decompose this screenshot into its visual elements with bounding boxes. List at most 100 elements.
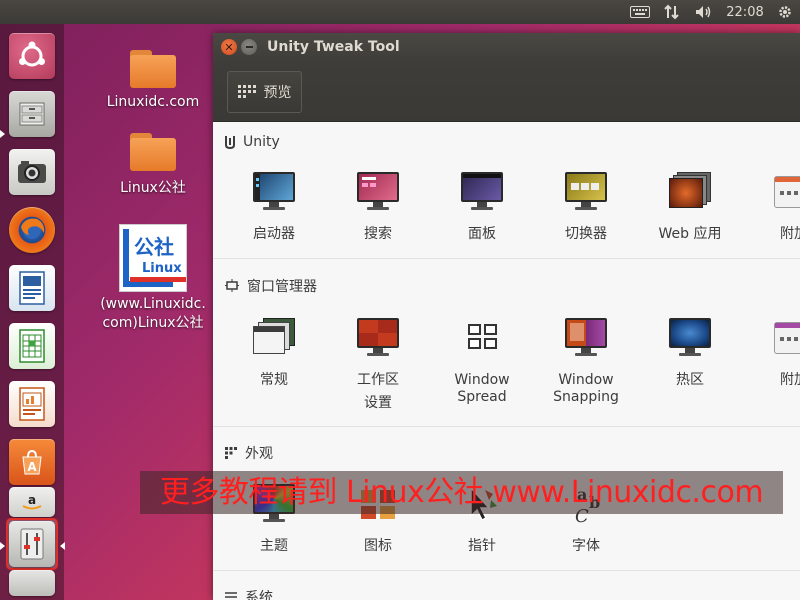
tool-label: Window xyxy=(558,372,614,388)
keyboard-icon[interactable] xyxy=(627,0,653,24)
tool-workspace-settings[interactable]: 工作区 设置 xyxy=(326,318,430,412)
tool-hotcorners[interactable]: 热区 xyxy=(638,318,742,389)
logo-text-bottom: Linux xyxy=(142,261,182,276)
additional-window-icon xyxy=(771,172,800,212)
close-icon: ✕ xyxy=(224,40,234,54)
window-spread-icon xyxy=(459,318,505,358)
linux-gongshe-logo-icon: 公社 Linux xyxy=(119,224,187,292)
writer-icon[interactable] xyxy=(6,262,58,314)
additional-window-icon xyxy=(771,318,800,358)
tool-wm-additional[interactable]: 附加 xyxy=(742,318,800,389)
tool-label: 启动器 xyxy=(253,226,295,242)
unity-tweak-tool-icon[interactable] xyxy=(6,518,58,570)
tool-label: 常规 xyxy=(260,372,288,388)
tool-label: 设置 xyxy=(364,395,392,411)
panel-monitor-icon xyxy=(459,172,505,212)
firefox-icon[interactable] xyxy=(6,204,58,256)
section-title-unity: Unity xyxy=(225,134,280,150)
tool-label: 图标 xyxy=(364,538,392,554)
watermark-banner: 更多教程请到 Linux公社 www.Linuxidc.com xyxy=(140,471,783,514)
hotcorners-monitor-icon xyxy=(667,318,713,358)
top-panel: 22:08 xyxy=(0,0,800,24)
tool-label: 面板 xyxy=(468,226,496,242)
tool-label: Snapping xyxy=(553,389,619,405)
window-snapping-monitor-icon xyxy=(563,318,609,358)
tool-label: 切换器 xyxy=(565,226,607,242)
section-title-system: 系统 xyxy=(225,587,273,600)
tool-label: 工作区 xyxy=(357,372,399,388)
tool-label: 指针 xyxy=(468,538,496,554)
settings-gear-icon[interactable] xyxy=(774,0,796,24)
search-monitor-icon xyxy=(355,172,401,212)
tool-label: 搜索 xyxy=(364,226,392,242)
section-divider xyxy=(213,426,800,427)
tool-search[interactable]: 搜索 xyxy=(326,172,430,243)
calc-icon[interactable] xyxy=(6,320,58,372)
window-toolbar: 预览 xyxy=(213,62,800,122)
desktop-file-linuxidc-logo[interactable]: 公社 Linux (www.Linuxidc. com)Linux公社 xyxy=(98,224,208,332)
desktop-icon-label: Linux公社 xyxy=(120,180,186,196)
window-titlebar[interactable]: ✕ Unity Tweak Tool xyxy=(213,33,800,62)
window-title: Unity Tweak Tool xyxy=(267,39,400,55)
desktop-icon-label: com)Linux公社 xyxy=(102,315,204,331)
overview-content: Unity 启动器 搜索 面板 切换器 Web 应用 附 窗口管理器 常规 工作… xyxy=(213,122,800,600)
active-indicator xyxy=(60,542,65,550)
tool-label: Spread xyxy=(457,389,507,405)
tool-window-snapping[interactable]: Window Snapping xyxy=(534,318,638,406)
section-divider xyxy=(213,258,800,259)
running-indicator xyxy=(0,542,5,550)
minimize-button[interactable] xyxy=(241,39,257,55)
tool-label: Window xyxy=(454,372,510,388)
tool-panel[interactable]: 面板 xyxy=(430,172,534,243)
general-windows-icon xyxy=(251,318,297,358)
system-section-icon xyxy=(225,592,237,598)
window-manager-section-icon xyxy=(225,279,239,292)
tool-webapps[interactable]: Web 应用 xyxy=(638,172,742,243)
grid-icon xyxy=(237,85,256,98)
desktop-folder-linux-gongshe[interactable]: Linux公社 xyxy=(98,133,208,197)
appearance-section-icon xyxy=(225,447,237,459)
launcher-monitor-icon xyxy=(251,172,297,212)
workspace-monitor-icon xyxy=(355,318,401,358)
folder-icon xyxy=(130,133,176,171)
clock[interactable]: 22:08 xyxy=(722,0,768,24)
unity-tweak-tool-window: ✕ Unity Tweak Tool 预览 Unity 启动器 搜索 面板 切换… xyxy=(213,33,800,600)
desktop-icon-label: Linuxidc.com xyxy=(106,94,200,110)
logo-text-top: 公社 xyxy=(134,235,174,259)
overview-button[interactable]: 预览 xyxy=(227,71,302,113)
tool-label: 字体 xyxy=(572,538,600,554)
tool-label: Web 应用 xyxy=(658,226,722,242)
tool-general[interactable]: 常规 xyxy=(222,318,326,389)
tool-window-spread[interactable]: Window Spread xyxy=(430,318,534,406)
tool-unity-additional[interactable]: 附加 xyxy=(742,172,800,243)
section-title-window-manager: 窗口管理器 xyxy=(225,276,317,296)
close-button[interactable]: ✕ xyxy=(221,39,237,55)
desktop-icon-label: (www.Linuxidc. xyxy=(100,296,206,312)
network-icon[interactable] xyxy=(660,0,684,24)
image-viewer-icon[interactable] xyxy=(6,146,58,198)
svg-text:A: A xyxy=(27,460,37,474)
ubuntu-dash-icon[interactable] xyxy=(6,30,58,82)
launcher: A a xyxy=(0,24,65,600)
desktop-folder-linuxidc[interactable]: Linuxidc.com xyxy=(98,50,208,110)
section-divider xyxy=(213,570,800,571)
trash-icon[interactable] xyxy=(6,568,58,598)
tool-label: 附加 xyxy=(780,226,800,242)
running-indicator xyxy=(0,130,5,138)
tool-label: 主题 xyxy=(260,538,288,554)
impress-icon[interactable] xyxy=(6,378,58,430)
tool-label: 热区 xyxy=(676,372,704,388)
tool-launcher[interactable]: 启动器 xyxy=(222,172,326,243)
section-title-appearance: 外观 xyxy=(225,443,273,463)
minimize-icon xyxy=(245,46,253,48)
svg-text:a: a xyxy=(28,493,36,507)
volume-icon[interactable] xyxy=(692,0,716,24)
folder-icon xyxy=(130,50,176,88)
overview-label: 预览 xyxy=(263,85,292,101)
tool-label: 附加 xyxy=(780,372,800,388)
unity-section-icon xyxy=(225,136,235,149)
tool-switcher[interactable]: 切换器 xyxy=(534,172,638,243)
switcher-monitor-icon xyxy=(563,172,609,212)
file-manager-icon[interactable] xyxy=(6,88,58,140)
webapps-icon xyxy=(667,172,713,212)
